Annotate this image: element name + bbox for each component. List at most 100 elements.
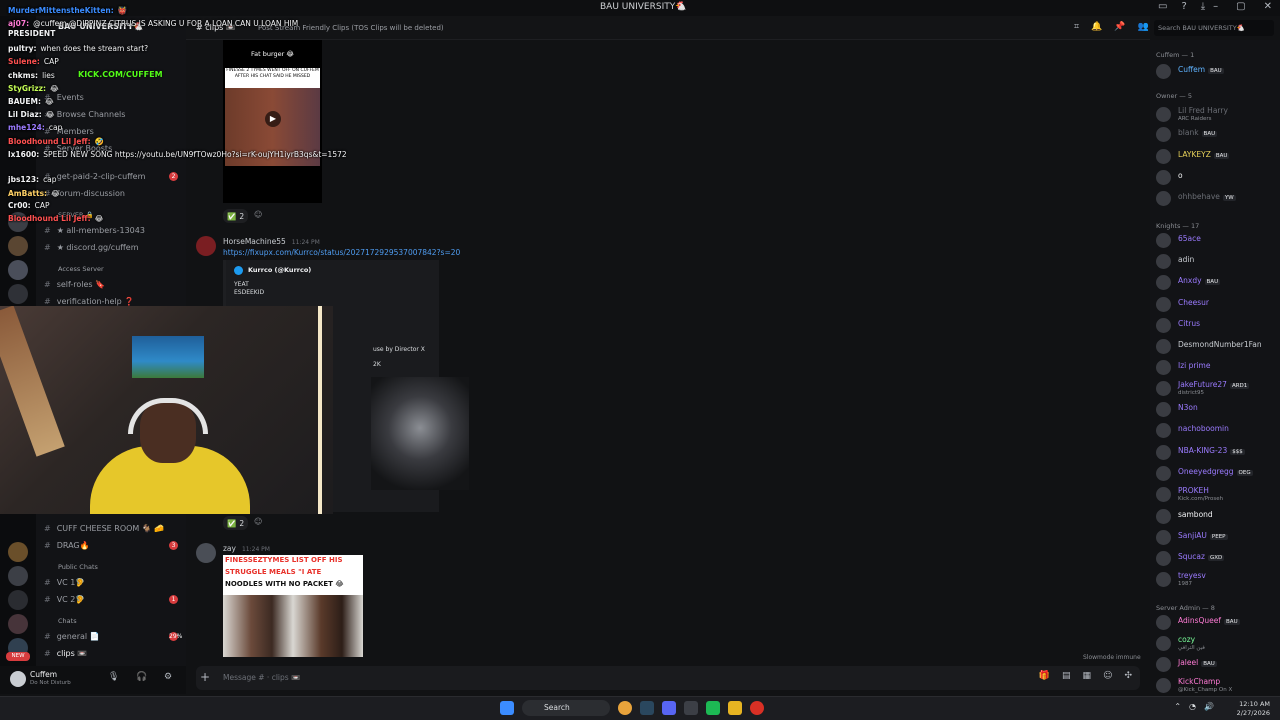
gift-icon[interactable]: 🎁 [1039, 671, 1050, 681]
member-item[interactable]: Lil Fred Harry ARC Raiders [1154, 106, 1278, 124]
steam-icon[interactable] [640, 701, 654, 715]
notification-bell-icon[interactable]: 🔔 [1091, 22, 1102, 32]
member-item[interactable]: sambond [1154, 508, 1278, 526]
add-reaction-icon[interactable]: ☺ [254, 517, 262, 526]
channel-item[interactable]: # general 📄 [44, 632, 100, 641]
member-item[interactable]: DesmondNumber1Fan [1154, 338, 1278, 356]
channel-item[interactable]: # ★ all-members-13043 [44, 226, 145, 235]
member-item[interactable]: treyesv 1987 [1154, 571, 1278, 589]
message-link[interactable]: https://fixupx.com/Kurrco/status/2027172… [223, 248, 460, 257]
channel-item[interactable]: # VC 2🦻 [44, 595, 85, 604]
inbox-icon[interactable]: ▭ [1158, 1, 1167, 12]
members-list-icon[interactable]: 👥 [1138, 22, 1149, 32]
headphones-icon[interactable]: 🎧 [136, 672, 147, 682]
channel-item[interactable]: # Server Boosts [44, 144, 112, 153]
avatar[interactable] [196, 543, 216, 563]
channel-item[interactable]: # Events [44, 93, 84, 102]
member-item[interactable]: LAYKEYZ BAU [1154, 148, 1278, 166]
browser-icon[interactable] [750, 701, 764, 715]
server-icon[interactable] [8, 212, 28, 232]
chevron-up-icon[interactable]: ⌃ [1174, 702, 1181, 711]
start-icon[interactable] [500, 701, 514, 715]
server-icon[interactable] [8, 284, 28, 304]
channel-category[interactable]: SERVER 🔒 [58, 211, 94, 219]
app-icon[interactable] [706, 701, 720, 715]
apps-icon[interactable]: ✣ [1124, 671, 1132, 681]
member-item[interactable]: Jaleel BAU [1154, 656, 1278, 674]
member-item[interactable]: N3on [1154, 401, 1278, 419]
channel-item[interactable]: # DRAG🔥 [44, 541, 90, 550]
message-composer[interactable]: + Message # · clips 📼 🎁 ▤ ▦ ☺ ✣ [196, 666, 1140, 690]
sticker-icon[interactable]: ▦ [1083, 671, 1092, 681]
server-name[interactable]: BAU UNIVERSITY🐔 [58, 22, 143, 31]
user-avatar[interactable] [10, 671, 26, 687]
message-author[interactable]: HorseMachine55 11:24 PM [223, 237, 320, 246]
clock[interactable]: 12:10 AM 2/27/2026 [1237, 700, 1270, 718]
member-item[interactable]: 65ace [1154, 232, 1278, 250]
channel-category[interactable]: Access Server [58, 265, 104, 273]
member-item[interactable]: o [1154, 169, 1278, 187]
member-item[interactable]: Squcaz GXD [1154, 550, 1278, 568]
channel-category[interactable]: Chats [58, 617, 77, 625]
wifi-icon[interactable]: ◔ [1189, 702, 1196, 711]
member-item[interactable]: Citrus [1154, 317, 1278, 335]
member-item[interactable]: Izi prime [1154, 359, 1278, 377]
member-item[interactable]: NBA-KING-23 $$$ [1154, 444, 1278, 462]
threads-icon[interactable]: ⌗ [1074, 22, 1079, 32]
member-item[interactable]: Anxdy BAU [1154, 274, 1278, 292]
mic-icon[interactable]: 🎙 [108, 672, 119, 682]
gif-icon[interactable]: ▤ [1062, 671, 1071, 681]
chrome-icon[interactable] [618, 701, 632, 715]
member-item[interactable]: Cuffem BAU [1154, 63, 1278, 81]
reaction-check[interactable]: ✅ 2 [223, 209, 249, 223]
taskbar-search[interactable]: Search [522, 700, 610, 716]
member-item[interactable]: nachoboomin [1154, 422, 1278, 440]
channel-item[interactable]: # CUFF CHEESE ROOM 🐐 🧀 [44, 524, 164, 533]
channel-category[interactable]: Public Chats [58, 563, 98, 571]
member-item[interactable]: SanjiAU PEEP [1154, 529, 1278, 547]
channel-item[interactable]: # Members [44, 127, 94, 136]
channel-item[interactable]: # forum-discussion [44, 189, 125, 198]
channel-item[interactable]: # self-roles 🔖 [44, 280, 105, 289]
close-button[interactable]: ✕ [1264, 1, 1272, 12]
member-item[interactable]: JakeFuture27 ARD1 district95 [1154, 380, 1278, 398]
maximize-button[interactable]: ▢ [1236, 1, 1245, 12]
embed-image[interactable] [371, 377, 469, 490]
channel-item[interactable]: # Browse Channels [44, 110, 125, 119]
video-attachment[interactable]: Fat burger 😂 FINESSE 2 TYMES WENT OFF ON… [223, 40, 322, 203]
member-item[interactable]: ohhbehave YW [1154, 190, 1278, 208]
channel-item[interactable]: # ★ discord.gg/cuffem [44, 243, 139, 252]
add-reaction-icon[interactable]: ☺ [254, 210, 262, 219]
channel-item[interactable]: # get-paid-2-clip-cuffem [44, 172, 145, 181]
member-item[interactable]: Oneeyedgregg OEG [1154, 465, 1278, 483]
member-item[interactable]: AdinsQueef BAU [1154, 614, 1278, 632]
member-item[interactable]: KickChamp @Kick_Champ On X [1154, 677, 1278, 695]
minimize-button[interactable]: – [1213, 1, 1218, 12]
server-icon[interactable] [8, 566, 28, 586]
folder-icon[interactable] [728, 701, 742, 715]
message-author[interactable]: zay 11:24 PM [223, 544, 270, 553]
author-name[interactable]: HorseMachine55 [223, 237, 286, 246]
search-input[interactable]: Search BAU UNIVERSITY🐔 [1154, 20, 1274, 36]
member-item[interactable]: Cheesur [1154, 296, 1278, 314]
server-icon[interactable] [8, 260, 28, 280]
volume-icon[interactable]: 🔊 [1204, 702, 1214, 711]
help-icon[interactable]: ? [1181, 1, 1186, 12]
channel-item[interactable]: # verification-help ❓ [44, 297, 134, 306]
embed-author[interactable]: Kurrco (@Kurrco) [248, 266, 311, 274]
discord-icon[interactable] [662, 701, 676, 715]
settings-icon[interactable]: ⚙ [164, 672, 172, 682]
server-icon[interactable] [8, 236, 28, 256]
add-attachment-icon[interactable]: + [200, 670, 210, 684]
user-name[interactable]: Cuffem [30, 670, 57, 679]
download-icon[interactable]: ⤓ [1201, 1, 1205, 12]
channel-item[interactable]: # VC 1🦻 [44, 578, 85, 587]
play-icon[interactable]: ▶ [265, 111, 281, 127]
author-name[interactable]: zay [223, 544, 236, 553]
server-icon[interactable] [8, 542, 28, 562]
member-item[interactable]: adin [1154, 253, 1278, 271]
avatar[interactable] [196, 236, 216, 256]
image-attachment[interactable]: FINESSEZTYMES LIST OFF HIS STRUGGLE MEAL… [223, 555, 363, 657]
reaction-check[interactable]: ✅ 2 [223, 516, 249, 530]
server-icon[interactable] [8, 590, 28, 610]
